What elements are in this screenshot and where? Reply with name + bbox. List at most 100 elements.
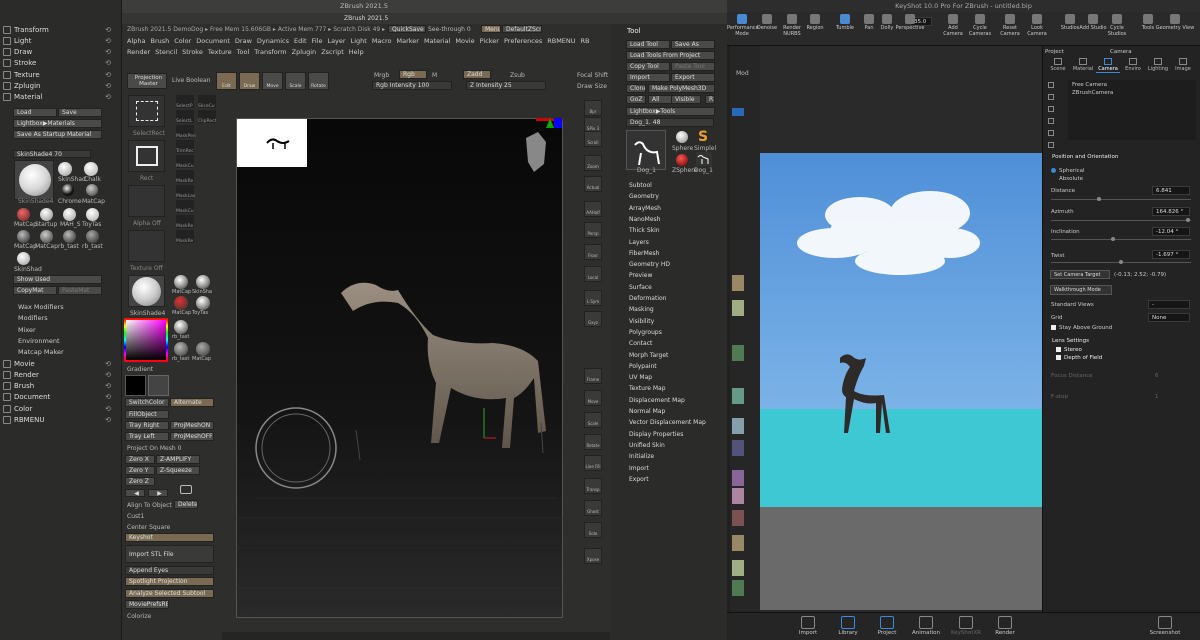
tool-button-lightbox-tools[interactable]: Lightbox▶Tools <box>626 107 715 116</box>
skinshade-preview[interactable] <box>14 160 54 200</box>
pin-icon[interactable]: ⟲ <box>105 393 111 401</box>
right-tool-frame[interactable]: Frame <box>584 368 602 384</box>
pin-icon[interactable]: ⟲ <box>105 37 111 45</box>
tool-button-import[interactable]: Import <box>626 73 670 82</box>
right-tool-floor[interactable]: Floor <box>584 244 602 260</box>
z-intensity-slider[interactable]: Z Intensity 25 <box>466 81 546 90</box>
tool-list-nanomesh[interactable]: NanoMesh <box>629 216 660 223</box>
material-sub-3[interactable]: Environment <box>18 337 60 345</box>
projmeshon-button[interactable]: ProjMeshON <box>170 421 214 430</box>
material-dark2-sphere[interactable] <box>40 230 53 243</box>
library-thumb-7[interactable] <box>732 470 744 486</box>
library-thumb-3[interactable] <box>732 345 744 361</box>
left-menu-draw[interactable]: Draw ⟲ <box>3 47 119 58</box>
movieprefsrb-button[interactable]: MoviePrefsRB <box>125 600 169 609</box>
menu2-tool[interactable]: Tool <box>237 48 250 56</box>
menu-preferences[interactable]: Preferences <box>504 37 542 45</box>
pin-icon[interactable]: ⟲ <box>105 82 111 90</box>
menu-material[interactable]: Material <box>424 37 450 45</box>
tool-list-thick-skin[interactable]: Thick Skin <box>629 227 660 234</box>
default-zscript-button[interactable]: DefaultZScript <box>502 25 542 33</box>
camera-side-icon-3[interactable] <box>1048 118 1054 124</box>
fillobject-button[interactable]: FillObject <box>125 410 169 419</box>
tool-list-display-properties[interactable]: Display Properties <box>629 431 683 438</box>
spotlight-projection-button[interactable]: Spotlight Projection <box>125 577 214 586</box>
tool-list-displacement-map[interactable]: Displacement Map <box>629 397 685 404</box>
set-camera-target-button[interactable]: Set Camera Target <box>1050 270 1110 279</box>
spherical-radio[interactable] <box>1051 168 1056 173</box>
col2-material-sphere-0[interactable] <box>174 275 188 289</box>
analyze-subtool-button[interactable]: Analyze Selected Subtool <box>125 589 214 598</box>
alpha-slot[interactable] <box>128 185 165 217</box>
texture-slot[interactable] <box>128 230 165 262</box>
bottom-library[interactable]: Library <box>828 616 868 636</box>
zero-z-button[interactable]: Zero Z <box>125 477 155 486</box>
material-chalk-sphere[interactable] <box>58 162 72 176</box>
tool-button-load-tool[interactable]: Load Tool <box>626 40 670 49</box>
standard-views-select[interactable]: - <box>1148 300 1190 309</box>
tool-list-surface[interactable]: Surface <box>629 284 652 291</box>
see-through-slider[interactable]: See-through 0 <box>428 26 471 33</box>
right-tool-zoom[interactable]: Zoom <box>584 155 602 171</box>
arrow-right-button[interactable]: ▶ <box>148 489 168 497</box>
right-tool-actual[interactable]: Actual <box>584 176 602 192</box>
library-thumb-2[interactable] <box>732 300 744 316</box>
arrow-left-button[interactable]: ◀ <box>125 489 145 497</box>
menu-rbmenu[interactable]: RBMENU <box>547 37 575 45</box>
tool-rotate-button[interactable]: Rotate <box>308 72 329 90</box>
material-white4-sphere[interactable] <box>17 252 30 265</box>
menu2-transform[interactable]: Transform <box>254 48 286 56</box>
fstop-field[interactable]: 1 <box>1155 394 1159 400</box>
toolbar-perspective[interactable]: Perspective <box>895 14 925 31</box>
distance-field[interactable]: 6.841 <box>1152 186 1190 195</box>
delete-button[interactable]: Delete <box>174 500 198 509</box>
camera-side-icon-2[interactable] <box>1048 106 1054 112</box>
right-tool-aahalf[interactable]: AAHalf <box>584 201 602 217</box>
rect-stroke-tool[interactable] <box>128 140 165 172</box>
library-tab[interactable]: Mod <box>736 70 749 77</box>
tool-button-export[interactable]: Export <box>671 73 715 82</box>
tool-list-arraymesh[interactable]: ArrayMesh <box>629 205 661 212</box>
tool-list-visibility[interactable]: Visibility <box>629 318 654 325</box>
append-eyes-button[interactable]: Append Eyes <box>125 566 214 575</box>
material-sub-0[interactable]: Wax Modifiers <box>18 303 64 311</box>
material-dark1-sphere[interactable] <box>17 230 30 243</box>
menu-rb[interactable]: RB <box>581 37 590 45</box>
material-matcap-sphere[interactable] <box>86 184 98 196</box>
library-thumb-0[interactable] <box>732 108 744 116</box>
tool-edit-button[interactable]: Edit <box>216 72 237 90</box>
azimuth-field[interactable]: 164.826 ° <box>1152 207 1190 216</box>
tool-list-texture-map[interactable]: Texture Map <box>629 385 666 392</box>
tool-button-copy-tool[interactable]: Copy Tool <box>626 62 670 71</box>
pin-icon[interactable]: ⟲ <box>105 48 111 56</box>
toolbar-reset-camera[interactable]: Reset Camera <box>995 14 1025 37</box>
left-menu-render[interactable]: Render ⟲ <box>3 369 119 380</box>
col2-material-sphere-4[interactable] <box>174 320 188 334</box>
right-tool-rotate[interactable]: Rotate <box>584 434 602 450</box>
alternate-button[interactable]: Alternate <box>170 398 214 407</box>
bottom-keyshotxr[interactable]: KeyShotXR <box>946 616 986 636</box>
import-stl-button[interactable]: Import STL File <box>125 545 214 563</box>
left-menu-rbmenu[interactable]: RBMENU ⟲ <box>3 415 119 426</box>
material-load-button[interactable]: Load <box>13 108 57 117</box>
rgb-intensity-slider[interactable]: Rgb Intensity 100 <box>372 81 452 90</box>
camera-icon[interactable] <box>180 485 192 494</box>
position-orientation-header[interactable]: Position and Orientation <box>1052 154 1118 160</box>
right-tool-bpr[interactable]: Bpr <box>584 100 602 116</box>
menu-macro[interactable]: Macro <box>372 37 392 45</box>
focal-shift-slider[interactable]: Focal Shift <box>577 72 608 79</box>
walkthrough-button[interactable]: Walkthrough Mode <box>1050 285 1112 295</box>
secondary-color-swatch[interactable] <box>148 375 169 396</box>
subtab-enviro[interactable]: Enviro <box>1121 58 1145 72</box>
azimuth-slider[interactable] <box>1051 218 1191 222</box>
tool-button-paste-tool[interactable]: Paste Tool <box>671 62 715 71</box>
library-thumb-9[interactable] <box>732 510 744 526</box>
tool-button-r[interactable]: R <box>705 95 715 104</box>
pastemat-button[interactable]: PasteMat <box>58 286 102 295</box>
right-tool-ghost[interactable]: Ghost <box>584 500 602 516</box>
right-tool-l-sym[interactable]: L.Sym <box>584 290 602 306</box>
material-save-button[interactable]: Save <box>58 108 102 117</box>
skinshade-slider[interactable]: SkinShade4 70 <box>13 150 91 158</box>
toolbar-geometry-view[interactable]: Geometry View <box>1155 14 1195 31</box>
library-thumb-10[interactable] <box>732 535 744 551</box>
